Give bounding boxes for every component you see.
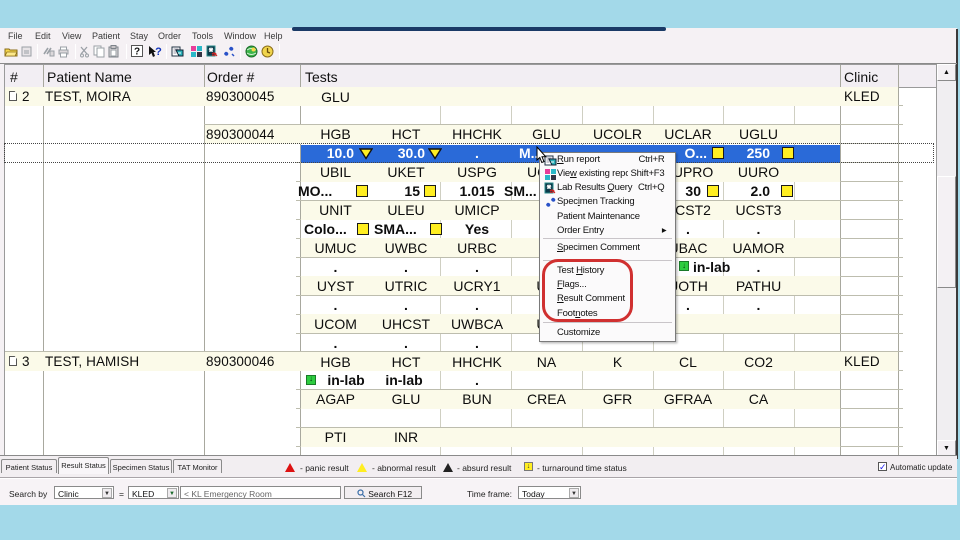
svg-text:?: ?: [134, 47, 140, 58]
svg-text:?: ?: [155, 46, 162, 58]
